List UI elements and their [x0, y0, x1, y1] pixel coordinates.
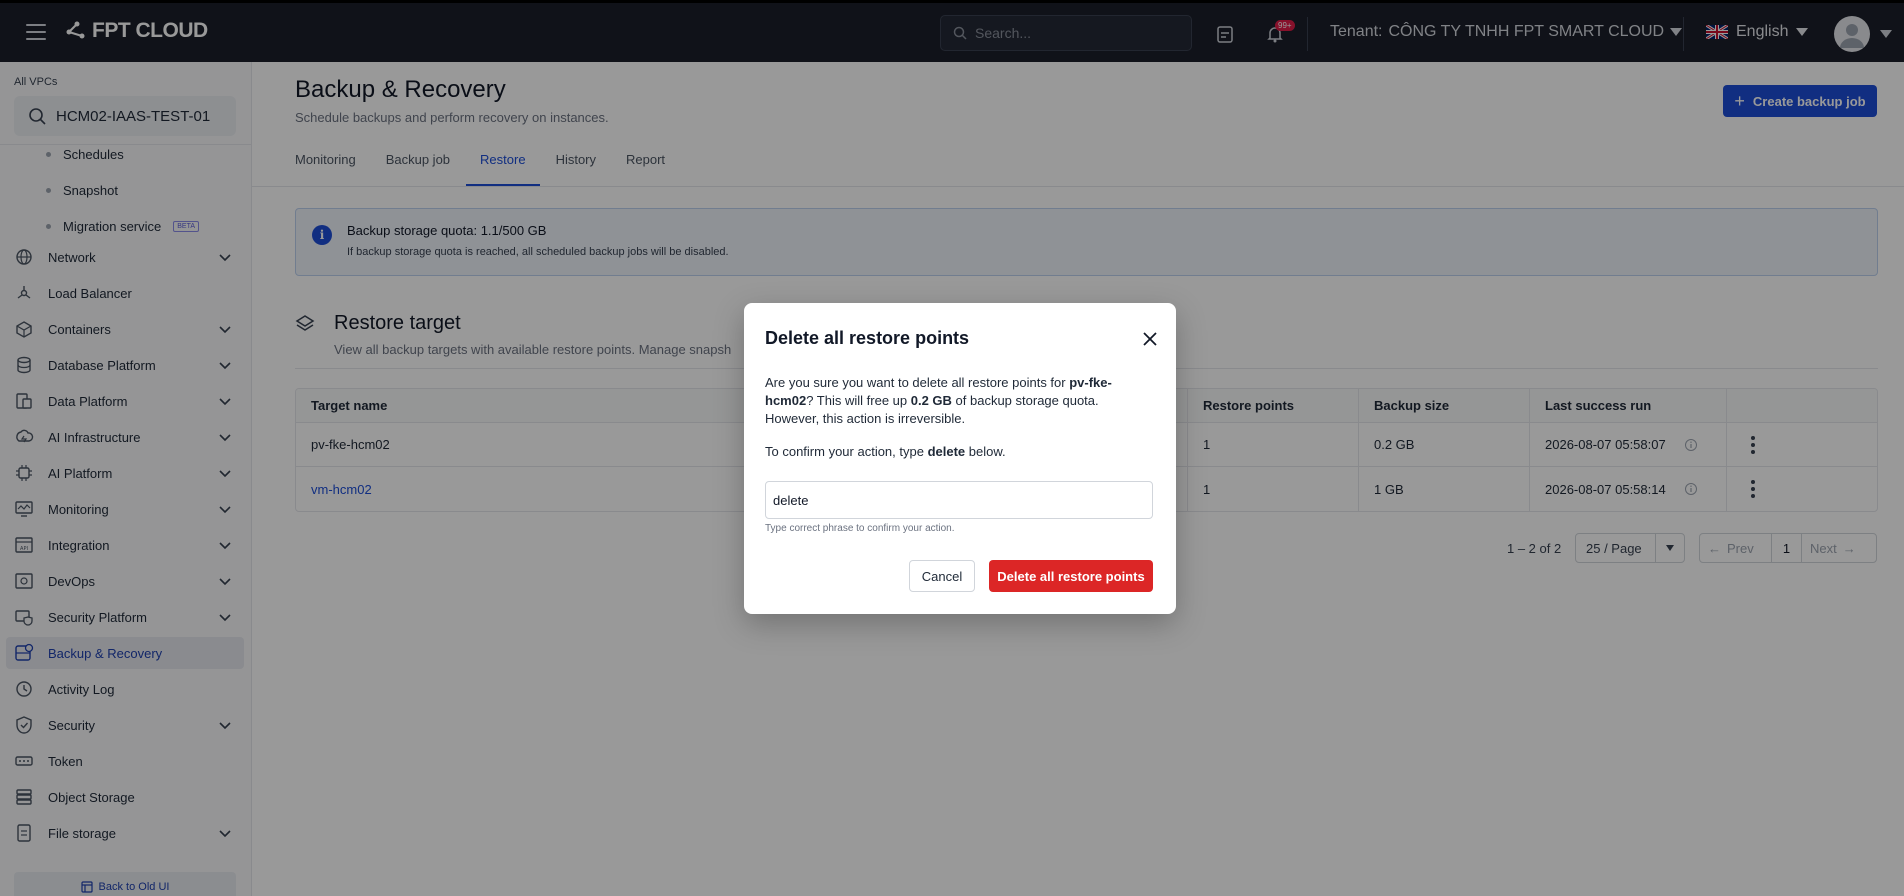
confirm-word: delete: [927, 444, 966, 459]
instruction-text: below.: [965, 444, 1006, 459]
message-text: Are you sure you want to delete all rest…: [765, 375, 1070, 390]
confirm-instruction: To confirm your action, type delete belo…: [765, 444, 1006, 459]
instruction-text: To confirm your action, type: [765, 444, 928, 459]
dialog-message: Are you sure you want to delete all rest…: [765, 374, 1153, 428]
close-icon[interactable]: [1141, 330, 1159, 348]
message-text: ? This will free up: [806, 393, 911, 408]
message-size: 0.2 GB: [910, 393, 952, 408]
dialog-title: Delete all restore points: [765, 328, 970, 348]
confirm-phrase-input[interactable]: [765, 481, 1153, 519]
delete-all-restore-points-button[interactable]: Delete all restore points: [989, 560, 1153, 592]
delete-restore-points-dialog: Delete all restore points Are you sure y…: [744, 303, 1176, 614]
input-help-text: Type correct phrase to confirm your acti…: [765, 523, 955, 534]
cancel-button[interactable]: Cancel: [909, 560, 975, 592]
